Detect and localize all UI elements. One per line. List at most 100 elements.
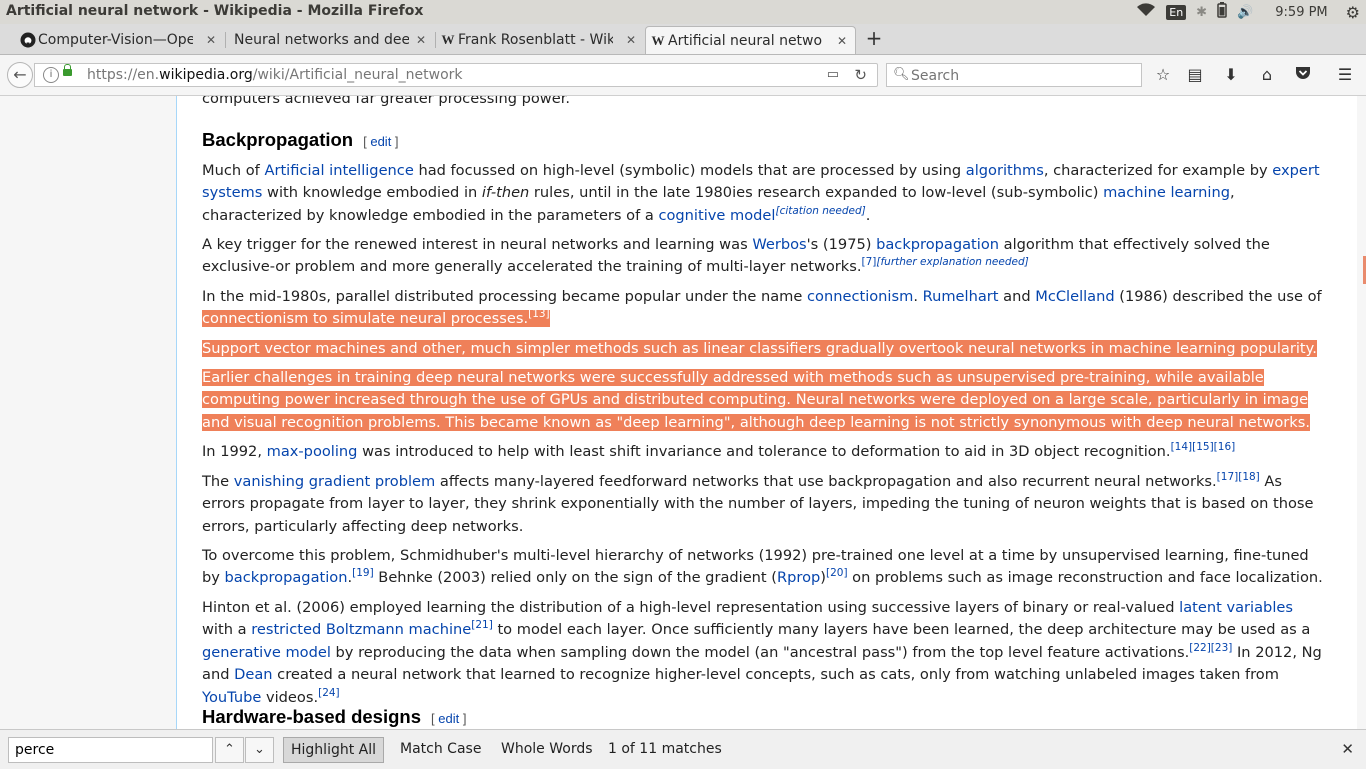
- reading-list-icon[interactable]: ▤: [1184, 65, 1206, 85]
- paragraph-9: Hinton et al. (2006) employed learning t…: [202, 599, 1322, 706]
- section-edit-link[interactable]: [ edit ]: [431, 711, 466, 726]
- paragraph-3: In the mid-1980s, parallel distributed p…: [202, 288, 1322, 328]
- paragraph-2: A key trigger for the renewed interest i…: [202, 236, 1270, 276]
- reference-21[interactable]: [21]: [471, 620, 493, 632]
- tab-title: Computer-Vision—Ope: [38, 32, 193, 48]
- find-next-button[interactable]: ⌄: [245, 737, 274, 763]
- paragraph-7: The vanishing gradient problem affects m…: [202, 471, 1314, 535]
- tab-strip: Computer-Vision—Ope ✕ Neural networks an…: [0, 24, 1366, 55]
- find-highlight: connectionism to simulate neural process…: [202, 308, 550, 328]
- os-top-bar: Artificial neural network - Wikipedia - …: [0, 0, 1366, 25]
- link-werbos[interactable]: Werbos: [752, 236, 806, 253]
- link-rumelhart[interactable]: Rumelhart: [923, 288, 999, 305]
- tab-close-icon[interactable]: ✕: [837, 34, 847, 48]
- link-rprop[interactable]: Rprop: [777, 569, 820, 586]
- link-restricted-boltzmann-machine[interactable]: restricted Boltzmann machine: [251, 621, 471, 638]
- reference-7[interactable]: [7]: [862, 257, 877, 269]
- chevron-up-icon: ⌃: [224, 742, 235, 757]
- clock[interactable]: 9:59 PM: [1275, 5, 1327, 20]
- tab-neural-networks-deep[interactable]: Neural networks and deep ✕: [226, 26, 434, 54]
- bookmark-star-icon[interactable]: ☆: [1152, 65, 1174, 85]
- citation-needed[interactable]: [citation needed]: [775, 205, 865, 217]
- article-body: computers achieved far greater processin…: [176, 96, 1357, 729]
- link-backpropagation[interactable]: backpropagation: [876, 236, 999, 253]
- section-heading-hardware-based-designs: Hardware-based designs[ edit ]: [202, 706, 467, 727]
- wikipedia-icon: W: [441, 32, 455, 47]
- link-mcclelland[interactable]: McClelland: [1035, 288, 1114, 305]
- paragraph-5: Earlier challenges in training deep neur…: [202, 367, 1327, 434]
- section-heading-backpropagation: Backpropagation[ edit ]: [202, 129, 399, 150]
- wifi-icon[interactable]: [1136, 3, 1156, 21]
- whole-words-toggle[interactable]: Whole Words: [501, 741, 593, 757]
- reference-24[interactable]: [24]: [318, 687, 340, 699]
- url-text[interactable]: https://en.wikipedia.org/wiki/Artificial…: [87, 67, 463, 83]
- find-input[interactable]: [8, 737, 213, 763]
- link-algorithms[interactable]: algorithms: [966, 162, 1044, 179]
- battery-icon[interactable]: [1217, 2, 1227, 22]
- github-icon: [20, 32, 36, 48]
- arrow-left-icon: ←: [13, 65, 27, 84]
- link-latent-variables[interactable]: latent variables: [1179, 599, 1293, 616]
- reference-20[interactable]: [20]: [826, 568, 848, 580]
- section-edit-link[interactable]: [ edit ]: [363, 134, 398, 149]
- tab-title: Neural networks and deep: [234, 32, 409, 48]
- tab-frank-rosenblatt[interactable]: W Frank Rosenblatt - Wiki ✕: [436, 26, 644, 54]
- reference-17-18[interactable]: [17][18]: [1217, 471, 1260, 483]
- search-input[interactable]: [909, 66, 1138, 86]
- close-find-bar-icon[interactable]: ✕: [1341, 740, 1354, 758]
- tab-title: Frank Rosenblatt - Wiki: [458, 32, 613, 48]
- downloads-icon[interactable]: ⬇: [1220, 65, 1242, 85]
- link-connectionism[interactable]: connectionism: [807, 288, 913, 305]
- find-bar: ⌃ ⌄ Highlight All Match Case Whole Words…: [0, 729, 1366, 769]
- keyboard-layout-indicator[interactable]: En: [1166, 4, 1187, 20]
- link-artificial-intelligence[interactable]: Artificial intelligence: [264, 162, 413, 179]
- volume-icon[interactable]: 🔊: [1237, 5, 1253, 20]
- site-info-icon[interactable]: i: [43, 67, 59, 83]
- tab-close-icon[interactable]: ✕: [416, 33, 426, 47]
- reference-13[interactable]: [13]: [528, 309, 550, 321]
- pocket-icon[interactable]: [1292, 65, 1314, 85]
- highlight-all-toggle[interactable]: Highlight All: [283, 737, 385, 763]
- menu-hamburger-icon[interactable]: ☰: [1334, 65, 1356, 85]
- paragraph-cut-top: computers achieved far greater processin…: [202, 96, 571, 107]
- link-generative-model[interactable]: generative model: [202, 644, 331, 661]
- tab-close-icon[interactable]: ✕: [626, 33, 636, 47]
- navigation-toolbar: ← i https://en.wikipedia.org/wiki/Artifi…: [0, 55, 1366, 96]
- wikipedia-icon: W: [651, 33, 665, 48]
- reference-14-16[interactable]: [14][15][16]: [1171, 441, 1236, 453]
- bluetooth-icon[interactable]: ✱: [1196, 5, 1207, 20]
- reference-19[interactable]: [19]: [352, 568, 374, 580]
- search-bar[interactable]: 🔍︎: [886, 63, 1142, 87]
- find-status: 1 of 11 matches: [608, 741, 722, 757]
- tab-computer-vision[interactable]: Computer-Vision—Ope ✕: [16, 26, 224, 54]
- match-case-toggle[interactable]: Match Case: [400, 741, 481, 757]
- find-highlight: Earlier challenges in training deep neur…: [202, 369, 1310, 431]
- paragraph-6: In 1992, max-pooling was introduced to h…: [202, 441, 1236, 460]
- lock-icon[interactable]: [63, 64, 72, 76]
- tab-artificial-neural-network[interactable]: W Artificial neural netwo ✕: [645, 26, 856, 54]
- link-max-pooling[interactable]: max-pooling: [267, 443, 358, 460]
- settings-gear-icon[interactable]: ⚙: [1346, 3, 1360, 22]
- window-title: Artificial neural network - Wikipedia - …: [6, 3, 424, 19]
- search-icon: 🔍︎: [893, 67, 910, 82]
- find-highlight: Support vector machines and other, much …: [202, 340, 1317, 357]
- chevron-down-icon: ⌄: [254, 742, 265, 757]
- home-icon[interactable]: ⌂: [1256, 65, 1278, 85]
- url-bar[interactable]: i https://en.wikipedia.org/wiki/Artifici…: [34, 63, 878, 87]
- link-backpropagation-2[interactable]: backpropagation: [225, 569, 348, 586]
- link-vanishing-gradient-problem[interactable]: vanishing gradient problem: [234, 473, 435, 490]
- system-tray: En ✱ 🔊 9:59 PM ⚙: [1136, 2, 1360, 22]
- link-dean[interactable]: Dean: [234, 666, 272, 683]
- new-tab-button[interactable]: +: [864, 28, 884, 50]
- paragraph-4: Support vector machines and other, much …: [202, 338, 1327, 360]
- reader-view-icon[interactable]: ▭: [827, 67, 839, 82]
- tab-close-icon[interactable]: ✕: [206, 33, 216, 47]
- find-previous-button[interactable]: ⌃: [215, 737, 244, 763]
- link-youtube[interactable]: YouTube: [202, 689, 261, 706]
- link-machine-learning[interactable]: machine learning: [1103, 184, 1230, 201]
- further-explanation-needed[interactable]: [further explanation needed]: [876, 257, 1028, 269]
- reload-icon[interactable]: ↻: [854, 66, 867, 84]
- reference-22-23[interactable]: [22][23]: [1189, 642, 1232, 654]
- link-cognitive-model[interactable]: cognitive model: [658, 207, 775, 224]
- back-button[interactable]: ←: [7, 62, 33, 88]
